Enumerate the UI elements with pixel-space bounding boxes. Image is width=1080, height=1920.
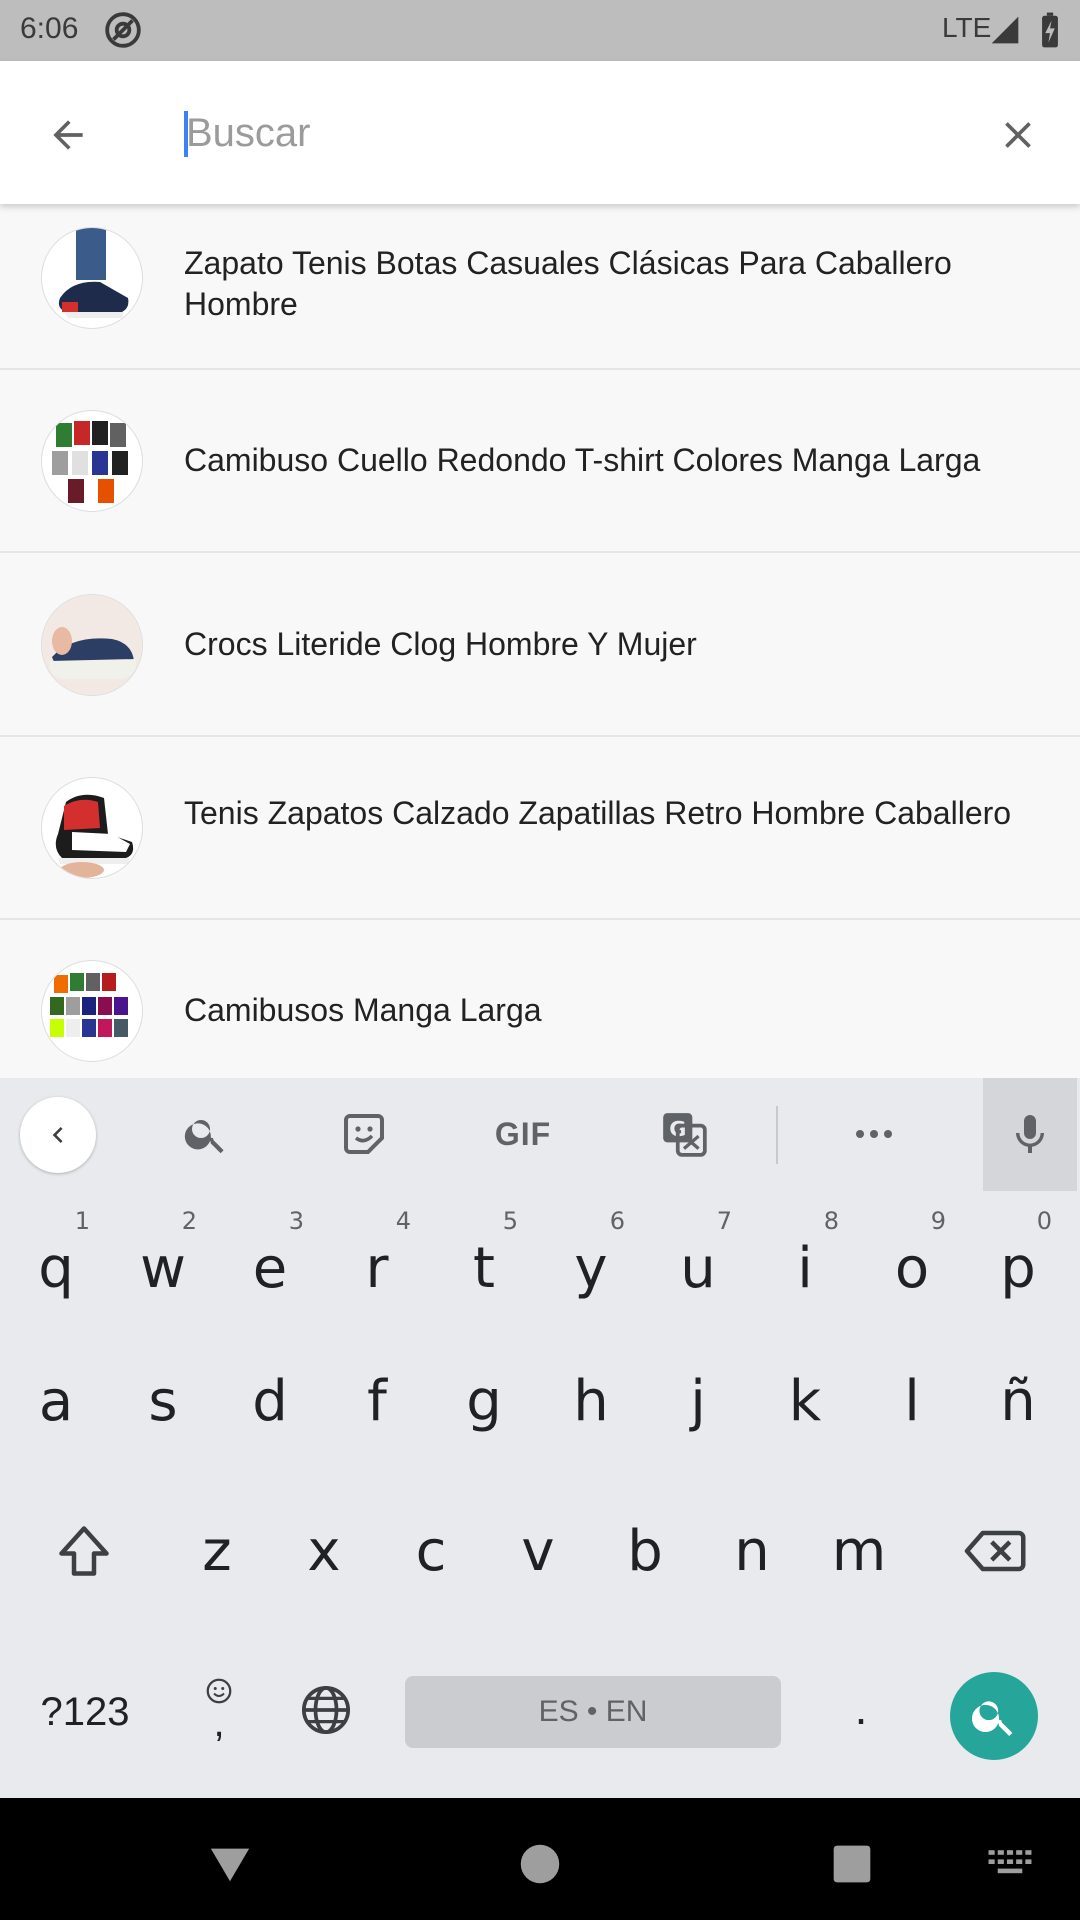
close-icon <box>1005 122 1031 148</box>
translate-button[interactable]: G <box>654 1106 714 1162</box>
list-item[interactable]: Crocs Literide Clog Hombre Y Mujer <box>0 554 1080 737</box>
key-l[interactable]: l <box>860 1336 964 1466</box>
key-r[interactable]: 4r <box>325 1191 429 1321</box>
search-icon <box>971 1701 1013 1736</box>
nav-keyboard-button[interactable] <box>980 1834 1040 1894</box>
arrow-left-icon <box>53 120 83 150</box>
result-label: Zapato Tenis Botas Casuales Clásicas Par… <box>184 245 952 322</box>
key-v[interactable]: v <box>486 1486 590 1616</box>
key-w[interactable]: 2w <box>111 1191 215 1321</box>
key-b[interactable]: b <box>593 1486 697 1616</box>
globe-icon <box>301 1685 351 1735</box>
key-u[interactable]: 7u <box>646 1191 750 1321</box>
status-time: 6:06 <box>20 12 79 45</box>
status-bar: 6:06 LTE <box>0 0 1080 61</box>
nav-home-button[interactable] <box>510 1834 570 1894</box>
result-label: Tenis Zapatos Calzado Zapatillas Retro H… <box>184 795 1012 831</box>
key-a[interactable]: a <box>4 1336 108 1466</box>
search-icon <box>184 1120 224 1154</box>
back-button[interactable] <box>40 107 96 163</box>
key-m[interactable]: m <box>807 1486 911 1616</box>
mic-icon <box>1016 1114 1044 1153</box>
shift-key[interactable] <box>32 1486 136 1616</box>
battery-charging-icon <box>1042 12 1058 48</box>
shift-icon <box>59 1526 109 1576</box>
list-item[interactable]: Zapato Tenis Botas Casuales Clásicas Par… <box>0 204 1080 370</box>
list-item[interactable]: Camibuso Cuello Redondo T-shirt Colores … <box>0 370 1080 553</box>
key-o[interactable]: 9o <box>860 1191 964 1321</box>
search-header: Buscar <box>0 61 1080 204</box>
key-f[interactable]: f <box>325 1336 429 1466</box>
key-e[interactable]: 3e <box>218 1191 322 1321</box>
symbols-key[interactable]: ?123 <box>30 1676 140 1748</box>
key-q[interactable]: 1q <box>4 1191 108 1321</box>
space-bar[interactable]: ES • EN <box>405 1676 781 1748</box>
key-n-tilde[interactable]: ñ <box>966 1336 1070 1466</box>
shirts-grid-thumbnail <box>41 960 143 1062</box>
key-s[interactable]: s <box>111 1336 215 1466</box>
key-i[interactable]: 8i <box>753 1191 857 1321</box>
key-t[interactable]: 5t <box>432 1191 536 1321</box>
sneaker-thumbnail <box>41 227 143 329</box>
backspace-icon <box>964 1530 1026 1572</box>
back-triangle-icon <box>210 1848 250 1882</box>
sticker-icon <box>344 1114 384 1154</box>
list-item[interactable]: Tenis Zapatos Calzado Zapatillas Retro H… <box>0 737 1080 920</box>
key-j[interactable]: j <box>646 1336 750 1466</box>
key-p[interactable]: 0p <box>966 1191 1070 1321</box>
keyboard-search-button[interactable] <box>178 1106 234 1162</box>
nav-back-button[interactable] <box>200 1834 260 1894</box>
key-c[interactable]: c <box>379 1486 483 1616</box>
result-label: Camibuso Cuello Redondo T-shirt Colores … <box>184 442 981 478</box>
network-type: LTE <box>942 12 992 43</box>
recents-square-icon <box>833 1845 871 1883</box>
navigation-bar <box>0 1798 1080 1920</box>
home-circle-icon <box>520 1844 560 1884</box>
signal-icon <box>991 16 1019 44</box>
key-x[interactable]: x <box>272 1486 376 1616</box>
period-key[interactable]: . <box>836 1668 886 1748</box>
toolbar-divider <box>776 1106 778 1164</box>
search-action-button[interactable] <box>950 1672 1038 1760</box>
nav-recents-button[interactable] <box>822 1834 882 1894</box>
key-g[interactable]: g <box>432 1336 536 1466</box>
keyboard-back-button[interactable] <box>20 1097 96 1173</box>
emoji-comma-key[interactable]: , <box>184 1658 254 1758</box>
screen: 6:06 LTE Buscar Zapato Tenis Botas Casua… <box>0 0 1080 1920</box>
clear-button[interactable] <box>990 107 1046 163</box>
voice-input-button[interactable] <box>983 1078 1077 1191</box>
comma-label: , <box>213 1701 225 1745</box>
keyboard-icon <box>988 1850 1032 1874</box>
result-label: Crocs Literide Clog Hombre Y Mujer <box>184 626 697 662</box>
gif-button[interactable]: GIF <box>488 1106 558 1162</box>
key-k[interactable]: k <box>753 1336 857 1466</box>
more-button[interactable] <box>846 1106 902 1162</box>
key-d[interactable]: d <box>218 1336 322 1466</box>
shirts-grid-thumbnail <box>41 410 143 512</box>
key-y[interactable]: 6y <box>539 1191 643 1321</box>
suggestion-list: Zapato Tenis Botas Casuales Clásicas Par… <box>0 204 1080 1078</box>
list-item[interactable]: Camibusos Manga Larga <box>0 920 1080 1078</box>
backspace-key[interactable] <box>942 1486 1046 1616</box>
keyboard: GIF G 1 q 2 w 3 e 4 r 5 t 6 y 7 u 8 i 9 … <box>0 1078 1080 1798</box>
retro-sneaker-thumbnail <box>41 777 143 879</box>
key-z[interactable]: z <box>165 1486 269 1616</box>
language-key[interactable] <box>292 1674 360 1746</box>
keyboard-toolbar: GIF G <box>0 1078 1080 1191</box>
chevron-left-icon <box>52 1127 63 1143</box>
more-icon <box>856 1130 892 1138</box>
text-cursor <box>184 111 188 157</box>
sticker-button[interactable] <box>336 1106 392 1162</box>
search-placeholder: Buscar <box>186 110 311 155</box>
translate-icon: G <box>663 1113 707 1157</box>
key-n[interactable]: n <box>700 1486 804 1616</box>
clog-thumbnail <box>41 594 143 696</box>
key-h[interactable]: h <box>539 1336 643 1466</box>
search-input[interactable]: Buscar <box>184 101 964 165</box>
at-sign-icon <box>105 12 141 48</box>
result-label: Camibusos Manga Larga <box>184 992 542 1028</box>
